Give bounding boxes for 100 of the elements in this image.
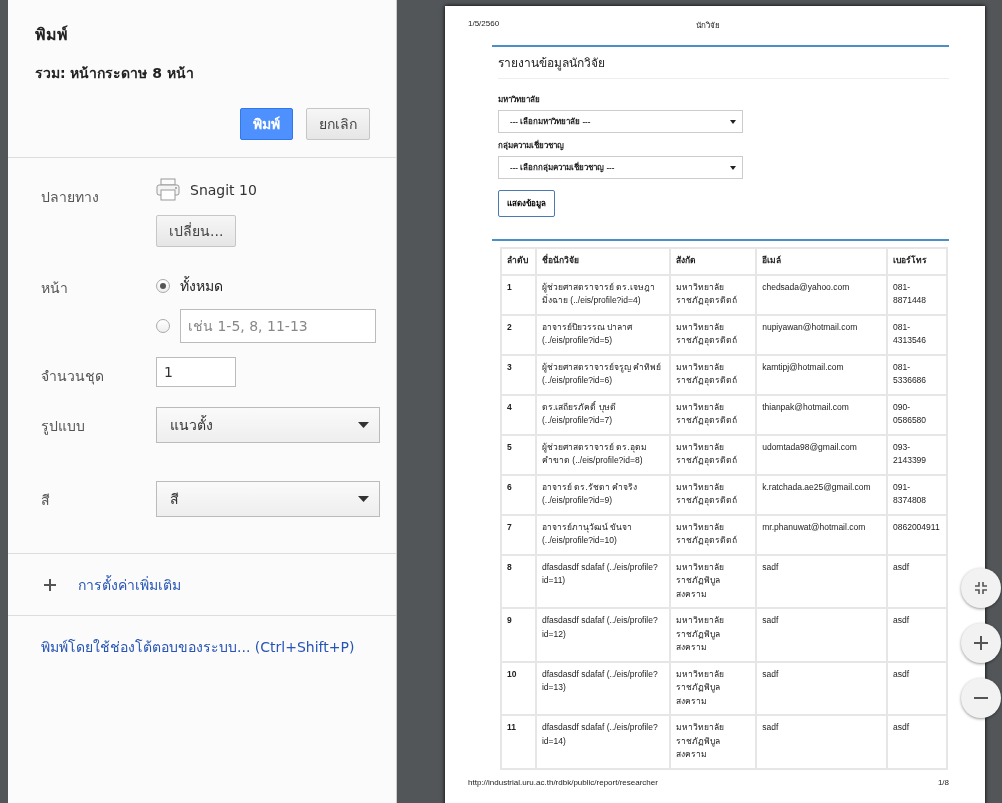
table-cell: k.ratchada.ae25@gmail.com	[756, 474, 887, 515]
fit-to-page-icon	[974, 581, 988, 595]
cancel-button[interactable]: ยกเลิก	[306, 108, 370, 140]
dropdown[interactable]: สี	[156, 481, 380, 517]
filter-label: มหาวิทยาลัย	[498, 94, 541, 106]
table-cell: nupiyawan@hotmail.com	[756, 314, 887, 355]
table-cell: 7	[501, 514, 536, 555]
column-header: อีเมล์	[756, 248, 887, 275]
table-cell: 090-0586580	[887, 394, 947, 435]
table-cell: ผู้ช่วยศาสตราจารย์ ดร.อุดม คำขาด (../eis/profile?id=8)	[535, 434, 670, 475]
table-cell: sadf	[756, 715, 887, 769]
table-cell: asdf	[887, 608, 947, 662]
dropdown[interactable]: --- เลือกมหาวิทยาลัย ---	[498, 110, 743, 133]
table-cell: 1	[501, 274, 536, 315]
table-cell: dfasdasdf sdafaf (../eis/profile?id=14)	[535, 715, 670, 769]
table-cell: มหาวิทยาลัยราชภัฏพิบูลสงคราม	[669, 661, 757, 715]
table-cell: 081-4313546	[887, 314, 947, 355]
table-cell: มหาวิทยาลัยราชภัฏอุตรดิตถ์	[669, 274, 757, 315]
table-cell: 10	[501, 661, 536, 715]
table-cell: asdf	[887, 715, 947, 769]
dialog-title: พิมพ์	[35, 24, 69, 46]
table-cell: มหาวิทยาลัยราชภัฏพิบูลสงคราม	[669, 608, 757, 662]
table-cell: มหาวิทยาลัยราชภัฏอุตรดิตถ์	[669, 354, 757, 395]
column-header: สังกัด	[669, 248, 757, 275]
system-dialog-link[interactable]: พิมพ์โดยใช้ช่องโต้ตอบของระบบ... (Ctrl+Shift+P)	[41, 639, 355, 655]
table-cell: sadf	[756, 608, 887, 662]
column-header: ลำดับ	[501, 248, 536, 275]
table-cell: udomtada98@gmail.com	[756, 434, 887, 475]
table-cell: มหาวิทยาลัยราชภัฏอุตรดิตถ์	[669, 514, 757, 555]
table-cell: 081-8871448	[887, 274, 947, 315]
copies-field[interactable]: 1	[156, 357, 236, 387]
report-title: รายงานข้อมูลนักวิจัย	[498, 53, 949, 79]
caret-icon	[730, 165, 736, 170]
setting-label: หน้า	[41, 279, 69, 298]
table-cell: อาจารย์ปิยวรรณ ปาลาศ (../eis/profile?id=5)	[535, 314, 670, 355]
table-cell: dfasdasdf sdafaf (../eis/profile?id=12)	[535, 608, 670, 662]
table-cell: dfasdasdf sdafaf (../eis/profile?id=13)	[535, 661, 670, 715]
table-cell: อาจารย์ภานุวัฒน์ ขันจา (../eis/profile?id=10)	[535, 514, 670, 555]
fit-to-page-button[interactable]	[961, 568, 1001, 608]
table-cell: 4	[501, 394, 536, 435]
zoom-in-button[interactable]	[961, 623, 1001, 663]
page-range-field[interactable]: เช่น 1-5, 8, 11-13	[180, 309, 376, 343]
header-date: 1/5/2560	[468, 19, 501, 30]
table-cell: มหาวิทยาลัยราชภัฏพิบูลสงคราม	[669, 554, 757, 608]
zoom-in-icon	[974, 636, 988, 650]
printer-name: Snagit 10	[190, 181, 257, 198]
caret-icon	[358, 496, 369, 502]
page-number: 1/8	[937, 777, 949, 787]
table-cell: asdf	[887, 661, 947, 715]
table-cell: 093-2143399	[887, 434, 947, 475]
table-cell: มหาวิทยาลัยราชภัฏอุตรดิตถ์	[669, 394, 757, 435]
setting-label: สี	[41, 491, 51, 510]
table-cell: มหาวิทยาลัยราชภัฏอุตรดิตถ์	[669, 474, 757, 515]
table-cell: ดร.เสถียรภัคดิ์ บุษดี (../eis/profile?id=7)	[535, 394, 670, 435]
dropdown[interactable]: --- เลือกกลุ่มความเชี่ยวชาญ ---	[498, 156, 743, 179]
radio-label: ทั้งหมด	[180, 275, 223, 296]
filter-label: กลุ่มความเชี่ยวชาญ	[498, 139, 565, 152]
table-cell: 091-8374808	[887, 474, 947, 515]
caret-icon	[730, 119, 736, 124]
table-cell: thianpak@hotmail.com	[756, 394, 887, 435]
table-cell: 5	[501, 434, 536, 475]
caret-icon	[358, 422, 369, 428]
table-cell: 3	[501, 354, 536, 395]
table-cell: 0862004911	[887, 514, 947, 555]
setting-label: ปลายทาง	[41, 188, 100, 207]
table-cell: 081-5336686	[887, 354, 947, 395]
dropdown[interactable]: แนวตั้ง	[156, 407, 380, 443]
table-cell: 2	[501, 314, 536, 355]
table-cell: 8	[501, 554, 536, 608]
footer-url: http://industrial.uru.ac.th/rdbk/public/report/researcher	[468, 777, 658, 787]
page-summary: รวม: หน้ากระดาษ 8 หน้า	[35, 64, 195, 83]
setting-label: รูปแบบ	[41, 417, 86, 437]
radio-button[interactable]	[156, 279, 170, 293]
table-cell: sadf	[756, 661, 887, 715]
table-cell: dfasdasdf sdafaf (../eis/profile?id=11)	[535, 554, 670, 608]
table-cell: 11	[501, 715, 536, 769]
table-cell: มหาวิทยาลัยราชภัฏอุตรดิตถ์	[669, 434, 757, 475]
column-header: ชื่อนักวิจัย	[535, 248, 670, 275]
zoom-out-button[interactable]	[961, 678, 1001, 718]
table-cell: 6	[501, 474, 536, 515]
table-cell: มหาวิทยาลัยราชภัฏอุตรดิตถ์	[669, 314, 757, 355]
header-title: นักวิจัย	[695, 20, 722, 32]
table-cell: มหาวิทยาลัยราชภัฏพิบูลสงคราม	[669, 715, 757, 769]
table-cell: ผู้ช่วยศาสตราจารย์ ดร.เจษฎา มิ่งฉาย (../eis/profile?id=4)	[535, 274, 670, 315]
printer-icon	[156, 178, 180, 201]
table-cell: sadf	[756, 554, 887, 608]
table-cell: 9	[501, 608, 536, 662]
more-settings-link[interactable]: การตั้งค่าเพิ่มเติม	[78, 574, 181, 596]
table-cell: อาจารย์ ดร.รัชดา คำจริง (../eis/profile?id=9)	[535, 474, 670, 515]
table-cell: mr.phanuwat@hotmail.com	[756, 514, 887, 555]
table-cell: kamtipj@hotmail.com	[756, 354, 887, 395]
show-data-button[interactable]: แสดงข้อมูล	[498, 190, 555, 217]
table-cell: chedsada@yahoo.com	[756, 274, 887, 315]
radio-button[interactable]	[156, 319, 170, 333]
setting-label: จำนวนชุด	[41, 367, 105, 387]
plus-icon[interactable]	[44, 579, 56, 591]
table-cell: ผู้ช่วยศาสตราจารย์จรูญ คำทิพย์ (../eis/profile?id=6)	[535, 354, 670, 395]
table-cell: asdf	[887, 554, 947, 608]
change-destination-button[interactable]: เปลี่ยน...	[156, 215, 237, 247]
column-header: เบอร์โทร	[887, 248, 947, 275]
